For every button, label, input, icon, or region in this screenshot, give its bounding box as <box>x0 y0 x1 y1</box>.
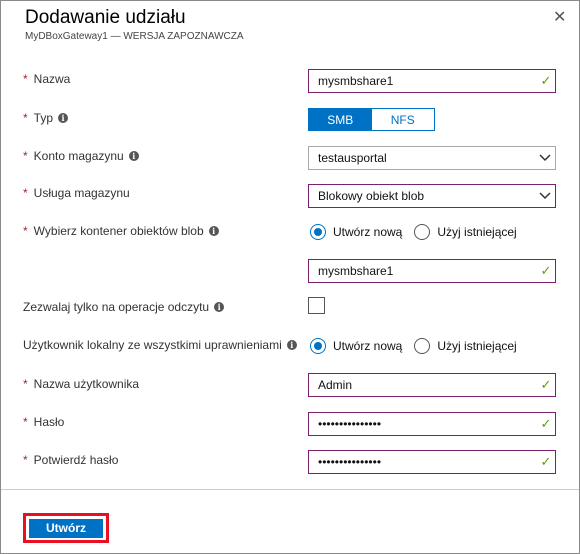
confirm-password-label: * Potwierdź hasło <box>23 452 118 468</box>
page-title: Dodawanie udziału <box>25 7 186 28</box>
confirm-password-value: ••••••••••••••• <box>318 455 382 469</box>
container-label-text: Wybierz kontener obiektów blob <box>33 224 204 238</box>
page-subtitle: MyDBoxGateway1 — WERSJA ZAPOZNAWCZA <box>25 31 244 42</box>
type-label-text: Typ <box>33 111 54 125</box>
container-radio-create[interactable] <box>310 224 326 240</box>
name-label: * Nazwa <box>23 71 70 87</box>
storage-service-select[interactable]: Blokowy obiekt blob <box>308 184 556 208</box>
container-name-value: mysmbshare1 <box>318 264 394 278</box>
password-label: * Hasło <box>23 414 64 430</box>
name-value: mysmbshare1 <box>318 74 394 88</box>
container-radio-existing-label: Użyj istniejącej <box>437 225 517 239</box>
type-label: * Typ i <box>23 110 69 126</box>
checkmark-icon: ✓ <box>540 377 552 392</box>
required-mark: * <box>23 186 28 200</box>
storage-account-label: * Konto magazynu i <box>23 148 139 164</box>
password-label-text: Hasło <box>33 415 65 429</box>
info-icon[interactable]: i <box>286 340 297 350</box>
storage-service-label: * Usługa magazynu <box>23 185 130 201</box>
required-mark: * <box>23 224 28 238</box>
username-value: Admin <box>318 378 353 392</box>
storage-service-label-text: Usługa magazynu <box>33 186 130 200</box>
create-button[interactable]: Utwórz <box>29 518 103 538</box>
local-user-radio-group: Utwórz nową Użyj istniejącej <box>310 336 529 356</box>
local-user-radio-existing-label: Użyj istniejącej <box>437 339 517 353</box>
password-field[interactable]: ••••••••••••••• ✓ <box>308 412 556 436</box>
confirm-password-label-text: Potwierdź hasło <box>33 453 119 467</box>
create-button-highlight: Utwórz <box>23 513 109 543</box>
footer-divider <box>1 489 579 490</box>
add-share-panel: Dodawanie udziału MyDBoxGateway1 — WERSJ… <box>0 0 580 554</box>
info-icon[interactable]: i <box>214 302 225 312</box>
required-mark: * <box>23 415 28 429</box>
info-icon[interactable]: i <box>208 226 219 236</box>
name-field[interactable]: mysmbshare1 ✓ <box>308 69 556 93</box>
storage-account-label-text: Konto magazynu <box>33 149 124 163</box>
container-radio-create-label: Utwórz nową <box>333 225 403 239</box>
local-user-label: Użytkownik lokalny ze wszystkimi uprawni… <box>23 337 297 353</box>
checkmark-icon: ✓ <box>540 454 552 469</box>
type-option-nfs[interactable]: NFS <box>371 109 434 130</box>
password-value: ••••••••••••••• <box>318 417 382 431</box>
local-user-radio-existing[interactable] <box>414 338 431 354</box>
read-only-label: Zezwalaj tylko na operacje odczytu i <box>23 299 225 315</box>
container-radio-existing[interactable] <box>414 224 431 240</box>
container-name-field[interactable]: mysmbshare1 ✓ <box>308 259 556 283</box>
username-label-text: Nazwa użytkownika <box>33 377 140 391</box>
local-user-label-text: Użytkownik lokalny ze wszystkimi uprawni… <box>23 338 282 352</box>
type-option-smb[interactable]: SMB <box>309 109 372 130</box>
close-icon[interactable]: ✕ <box>553 7 566 27</box>
checkmark-icon: ✓ <box>540 73 552 88</box>
username-field[interactable]: Admin ✓ <box>308 373 556 397</box>
required-mark: * <box>23 453 28 467</box>
storage-service-value: Blokowy obiekt blob <box>318 189 425 203</box>
username-label: * Nazwa użytkownika <box>23 376 139 392</box>
confirm-password-field[interactable]: ••••••••••••••• ✓ <box>308 450 556 474</box>
info-icon[interactable]: i <box>128 151 139 161</box>
container-radio-group: Utwórz nową Użyj istniejącej <box>310 222 529 242</box>
chevron-down-icon <box>535 154 555 162</box>
read-only-checkbox[interactable] <box>308 297 325 314</box>
read-only-label-text: Zezwalaj tylko na operacje odczytu <box>23 300 210 314</box>
container-label: * Wybierz kontener obiektów blob i <box>23 223 219 239</box>
chevron-down-icon <box>535 192 555 200</box>
checkmark-icon: ✓ <box>540 416 552 431</box>
info-icon[interactable]: i <box>58 113 69 123</box>
storage-account-select[interactable]: testausportal <box>308 146 556 170</box>
required-mark: * <box>23 149 28 163</box>
required-mark: * <box>23 111 28 125</box>
type-toggle: SMB NFS <box>308 108 435 131</box>
local-user-radio-create-label: Utwórz nową <box>333 339 403 353</box>
storage-account-value: testausportal <box>318 151 387 165</box>
name-label-text: Nazwa <box>33 72 71 86</box>
local-user-radio-create[interactable] <box>310 338 326 354</box>
required-mark: * <box>23 377 28 391</box>
checkmark-icon: ✓ <box>540 263 552 278</box>
required-mark: * <box>23 72 28 86</box>
